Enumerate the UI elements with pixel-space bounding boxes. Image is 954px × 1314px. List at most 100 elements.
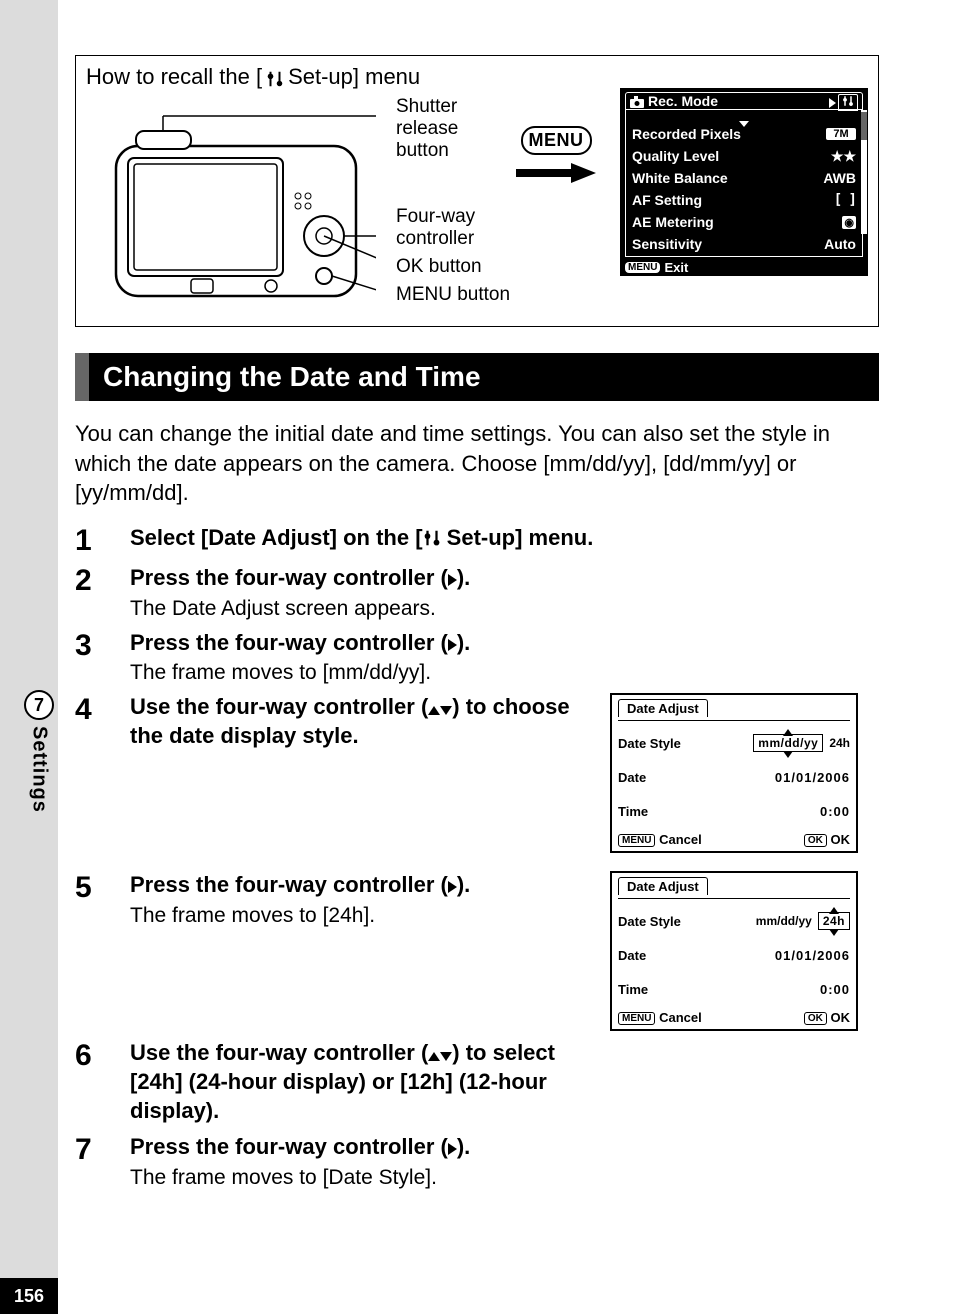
step-6: 6 Use the four-way controller () to sele… xyxy=(75,1039,879,1125)
section-heading: Changing the Date and Time xyxy=(75,353,879,401)
step-title: Use the four-way controller () to choose… xyxy=(130,693,600,750)
menu-pill: MENU xyxy=(618,834,655,847)
step-title: Select [Date Adjust] on the [ Set-up] me… xyxy=(130,524,879,553)
step-number: 2 xyxy=(75,564,130,596)
da-hour: 24h xyxy=(829,736,850,750)
rec-row: Quality Level ★★ xyxy=(632,146,856,166)
triangle-right-icon xyxy=(829,98,836,108)
step-title: Press the four-way controller (). xyxy=(130,564,879,593)
rec-row: AF Setting [ ] xyxy=(632,190,856,210)
recall-menu-box: How to recall the [ Set-up] menu xyxy=(75,55,879,327)
step-desc: The frame moves to [Date Style]. xyxy=(130,1166,879,1190)
step-3: 3 Press the four-way controller (). The … xyxy=(75,629,879,686)
intro-text: You can change the initial date and time… xyxy=(75,419,879,508)
rec-label: AE Metering xyxy=(632,214,714,230)
rec-value: ★★ xyxy=(831,148,856,165)
cancel-label: Cancel xyxy=(659,1010,702,1025)
scrollbar xyxy=(861,110,867,234)
rec-label: AF Setting xyxy=(632,192,702,208)
step-title: Press the four-way controller (). xyxy=(130,1133,879,1162)
triangle-right-icon xyxy=(448,1143,457,1155)
recall-title: How to recall the [ Set-up] menu xyxy=(86,64,868,90)
step-number: 3 xyxy=(75,629,130,661)
page-number: 156 xyxy=(0,1278,58,1314)
camera-icon xyxy=(630,95,644,107)
da-style-label: Date Style xyxy=(618,736,681,751)
rec-row: AE Metering ◉ xyxy=(632,212,856,232)
setup-icon xyxy=(423,526,441,544)
metering-icon: ◉ xyxy=(842,216,856,229)
step-number: 4 xyxy=(75,693,130,725)
rec-mode-footer: MENU Exit xyxy=(625,260,863,275)
rec-value: Auto xyxy=(824,236,856,252)
menu-pill: MENU xyxy=(625,262,660,273)
da-date-value: 01/01/2006 xyxy=(775,770,850,785)
da-style-label: Date Style xyxy=(618,914,681,929)
rec-row: White BalanceAWB xyxy=(632,168,856,188)
da-time-label: Time xyxy=(618,982,648,997)
step-1: 1 Select [Date Adjust] on the [ Set-up] … xyxy=(75,524,879,556)
ok-label: OK xyxy=(831,1010,851,1025)
step-title: Press the four-way controller (). xyxy=(130,871,600,900)
label-shutter: Shutter release button xyxy=(396,96,486,162)
rec-label: White Balance xyxy=(632,170,728,186)
rec-value: [ ] xyxy=(834,192,856,208)
rec-mode-header: Rec. Mode xyxy=(625,92,863,110)
ok-label: OK xyxy=(831,832,851,847)
label-ok: OK button xyxy=(396,256,482,278)
da-format: mm/dd/yy xyxy=(756,914,812,928)
triangle-right-icon xyxy=(448,574,457,586)
step-number: 7 xyxy=(75,1133,130,1165)
rec-mode-body: Recorded Pixels 7M Quality Level ★★ White … xyxy=(625,110,863,257)
da-time-value: 0:00 xyxy=(820,982,850,997)
label-menu: MENU button xyxy=(396,284,510,306)
ok-pill: OK xyxy=(804,834,827,847)
rec-mode-screen: Rec. Mode Recorded Pixels 7M Quality Leve… xyxy=(620,88,868,276)
step-4: 4 Use the four-way controller () to choo… xyxy=(75,693,879,863)
chapter-label: Settings xyxy=(28,726,51,813)
step-title: Press the four-way controller (). xyxy=(130,629,879,658)
step-desc: The frame moves to [mm/dd/yy]. xyxy=(130,661,879,685)
triangle-up-icon xyxy=(428,1052,440,1061)
chapter-number: 7 xyxy=(24,690,54,720)
date-adjust-screen-1: Date Adjust Date Style mm/dd/yy 24h xyxy=(610,693,858,853)
label-fourway: Four-way controller xyxy=(396,206,496,250)
triangle-down-icon xyxy=(440,1052,452,1061)
menu-button-label: MENU xyxy=(521,126,592,155)
rec-label: Sensitivity xyxy=(632,236,702,252)
da-hour-format: 24h xyxy=(818,912,850,930)
da-date-label: Date xyxy=(618,770,646,785)
exit-label: Exit xyxy=(664,260,688,275)
rec-mode-title: Rec. Mode xyxy=(648,93,718,109)
recall-title-suffix: Set-up] menu xyxy=(288,64,420,90)
triangle-right-icon xyxy=(448,881,457,893)
rec-label: Quality Level xyxy=(632,148,719,164)
setup-tab-icon xyxy=(838,94,858,111)
step-number: 6 xyxy=(75,1039,130,1071)
camera-illustration xyxy=(96,106,376,316)
rec-value: 7M xyxy=(826,128,856,140)
rec-label: Recorded Pixels xyxy=(632,126,741,142)
step-number: 5 xyxy=(75,871,130,903)
da-date-label: Date xyxy=(618,948,646,963)
chapter-tab: 7 Settings xyxy=(24,690,54,813)
triangle-down-icon xyxy=(440,706,452,715)
cancel-label: Cancel xyxy=(659,832,702,847)
recall-title-prefix: How to recall the [ xyxy=(86,64,262,90)
step-7: 7 Press the four-way controller (). The … xyxy=(75,1133,879,1190)
da-header: Date Adjust xyxy=(618,699,708,717)
date-adjust-screen-2: Date Adjust Date Style mm/dd/yy 24h xyxy=(610,871,858,1031)
left-margin-bar xyxy=(0,0,58,1314)
step-number: 1 xyxy=(75,524,130,556)
arrow-right-icon xyxy=(516,163,596,183)
step-title: Use the four-way controller () to select… xyxy=(130,1039,600,1125)
step-2: 2 Press the four-way controller (). The … xyxy=(75,564,879,621)
text: Select [Date Adjust] on the [ xyxy=(130,525,423,550)
step-desc: The Date Adjust screen appears. xyxy=(130,597,879,621)
triangle-up-icon xyxy=(428,706,440,715)
da-time-value: 0:00 xyxy=(820,804,850,819)
triangle-right-icon xyxy=(448,639,457,651)
menu-pill: MENU xyxy=(618,1012,655,1025)
da-style-format: mm/dd/yy xyxy=(753,734,823,752)
step-5: 5 Press the four-way controller (). The … xyxy=(75,871,879,1041)
